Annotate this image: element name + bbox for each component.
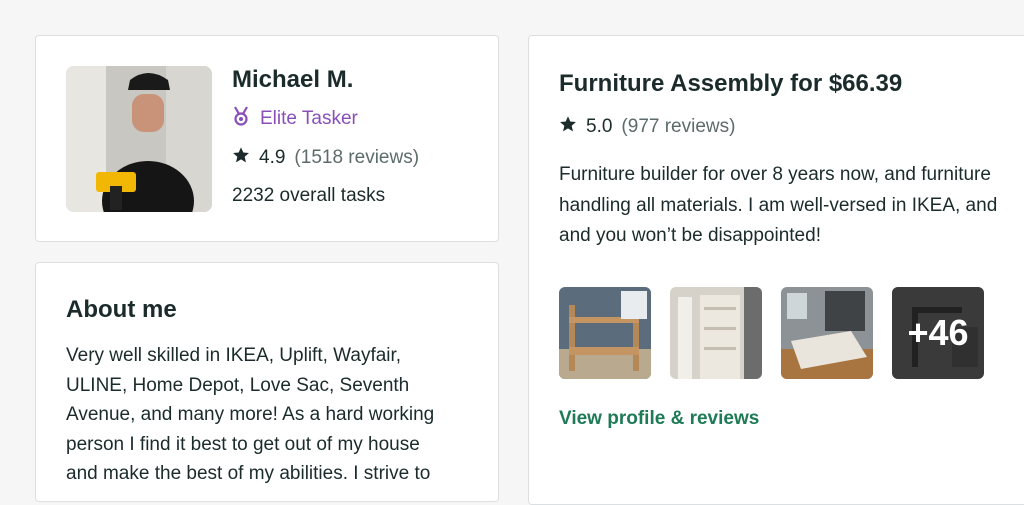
tasker-avatar[interactable]	[66, 66, 212, 212]
about-line: ULINE, Home Depot, Love Sac, Seventh	[66, 374, 410, 396]
about-text: Very well skilled in IKEA, Uplift, Wayfa…	[66, 341, 480, 489]
work-photos: +46	[559, 287, 984, 379]
star-icon	[559, 115, 577, 139]
work-photo-bed-frame[interactable]	[781, 287, 873, 379]
description-line: and you won’t be disappointed!	[559, 225, 821, 246]
work-photo-closet[interactable]	[670, 287, 762, 379]
service-review-count: (977 reviews)	[621, 116, 736, 137]
star-icon	[232, 146, 250, 170]
about-title: About me	[66, 296, 177, 323]
elite-badge-label: Elite Tasker	[260, 108, 358, 129]
service-card: Furniture Assembly for $66.39 5.0 (977 r…	[528, 35, 1024, 505]
service-description: Furniture builder for over 8 years now, …	[559, 160, 1024, 252]
description-line: handling all materials. I am well-versed…	[559, 194, 998, 216]
service-rating: 5.0 (977 reviews)	[559, 115, 735, 139]
more-photos-count: +46	[892, 287, 984, 379]
about-line: and make the best of my abilities. I str…	[66, 463, 431, 484]
description-line: Furniture builder for over 8 years now, …	[559, 164, 991, 185]
service-rating-value: 5.0	[586, 116, 613, 137]
about-line: person I find it best to get out of my h…	[66, 433, 420, 455]
overall-tasks: 2232 overall tasks	[232, 185, 386, 206]
about-line: Very well skilled in IKEA, Uplift, Wayfa…	[66, 345, 402, 366]
elite-badge: Elite Tasker	[232, 106, 358, 132]
view-profile-reviews-link[interactable]: View profile & reviews	[559, 408, 759, 430]
rating-value: 4.9	[259, 147, 286, 168]
about-me-card: About me Very well skilled in IKEA, Upli…	[35, 262, 499, 502]
tasker-name: Michael M.	[232, 66, 354, 93]
elite-medal-icon	[232, 106, 250, 132]
tasker-rating: 4.9 (1518 reviews)	[232, 146, 419, 170]
work-photo-bunk-bed[interactable]	[559, 287, 651, 379]
work-photo-more[interactable]: +46	[892, 287, 984, 379]
service-title: Furniture Assembly for $66.39	[559, 70, 903, 97]
review-count: (1518 reviews)	[294, 147, 420, 168]
tasker-profile-card: Michael M. Elite Tasker 4.9 (1518 review…	[35, 35, 499, 242]
about-line: Avenue, and many more! As a hard working	[66, 404, 435, 425]
